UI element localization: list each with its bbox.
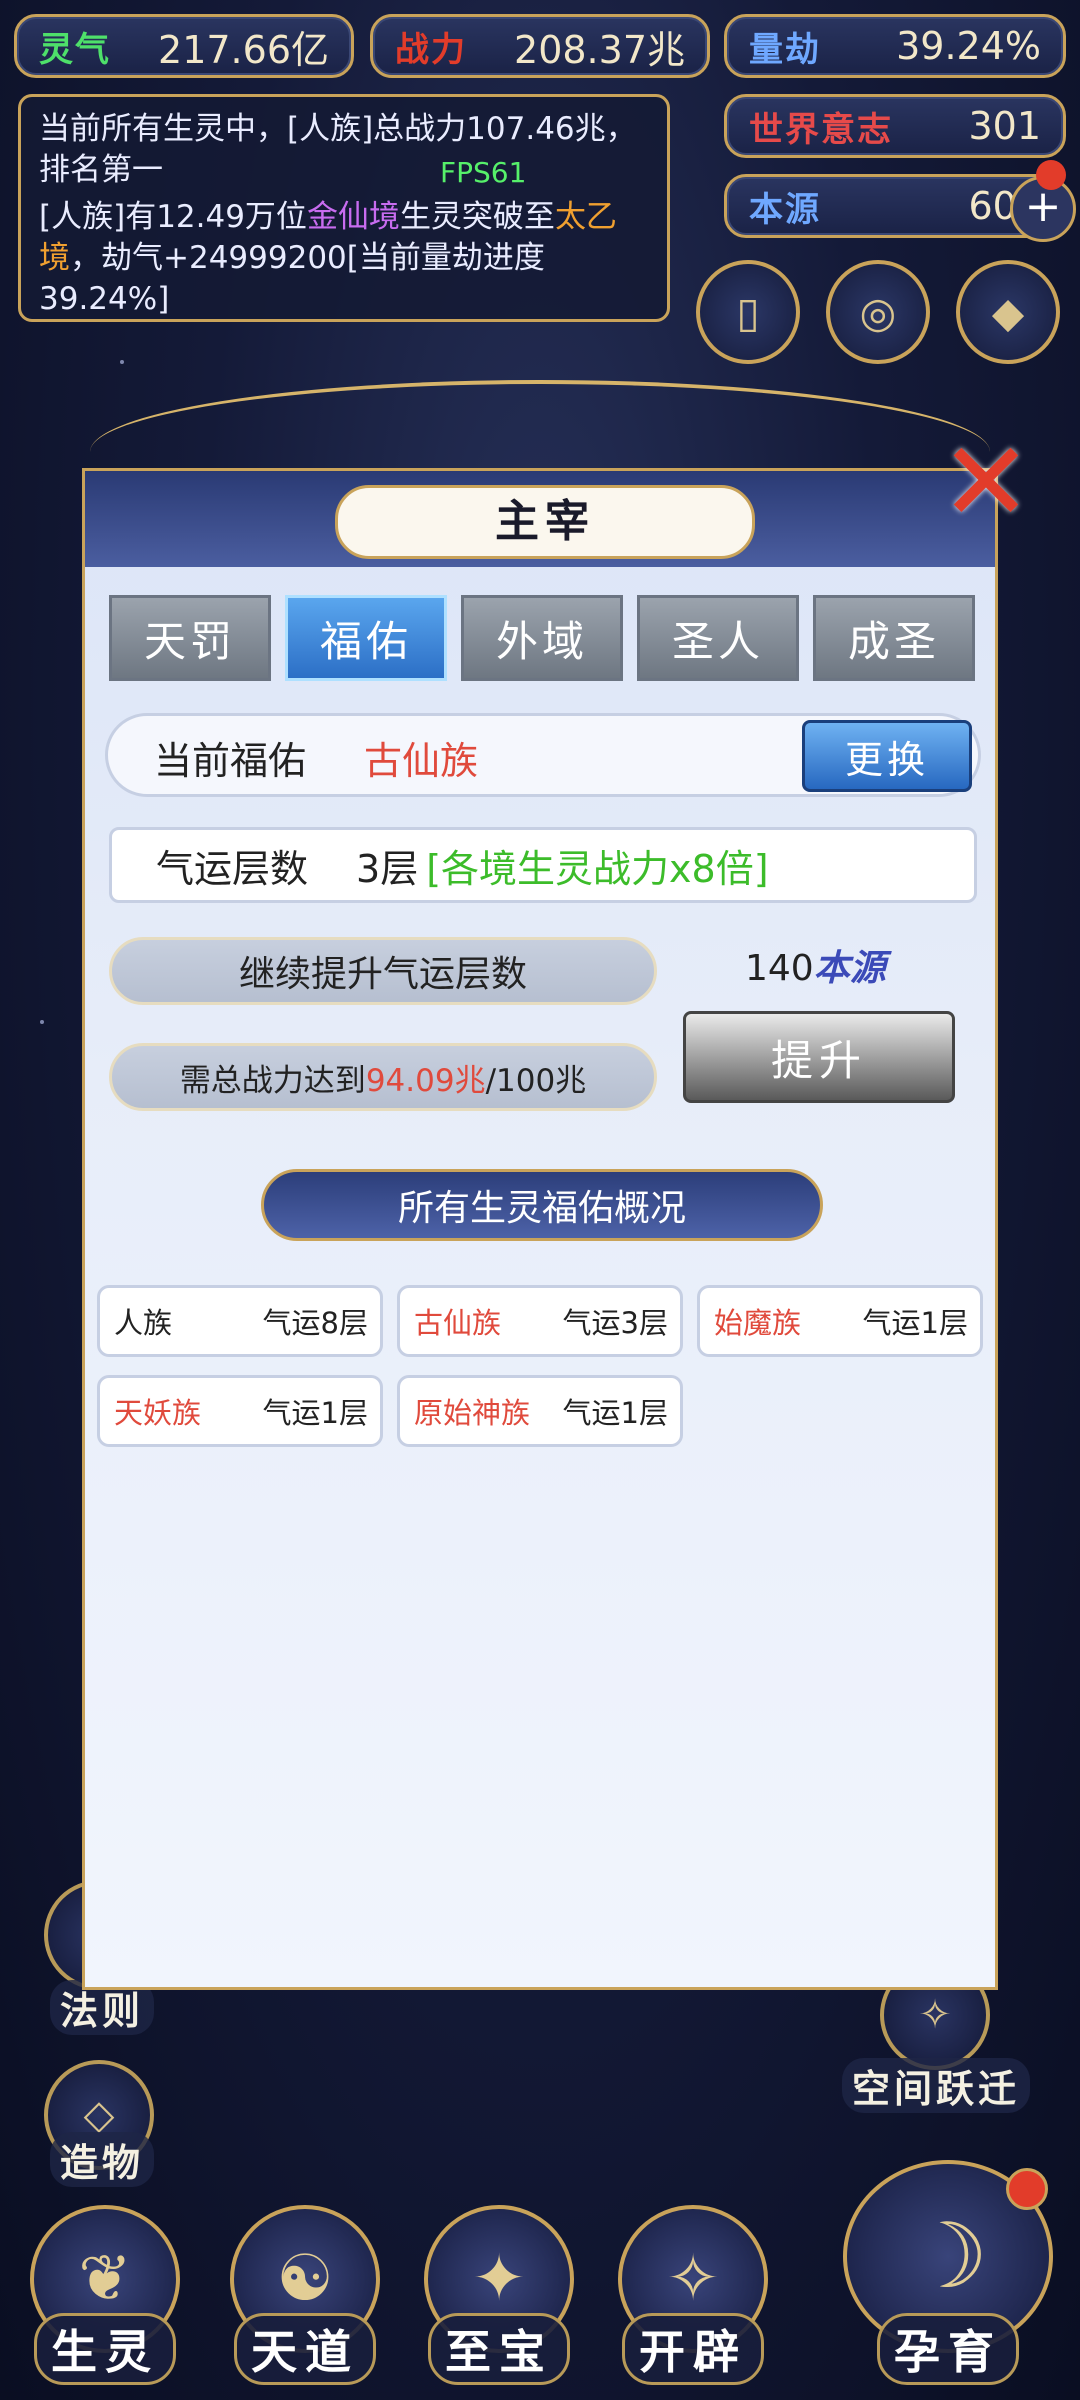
current-blessing-label: 当前福佑	[154, 739, 307, 783]
stat-zhanli[interactable]: 战力 208.37兆	[370, 14, 710, 78]
log-line-rank: 当前所有生灵中，[人族]总战力107.46兆，排名第一	[39, 111, 637, 188]
race-card: 古仙族 气运3层	[397, 1285, 683, 1357]
race-card: 始魔族 气运1层	[697, 1285, 983, 1357]
fps-counter: FPS61	[440, 156, 527, 189]
race-name: 古仙族	[414, 1306, 502, 1340]
race-name: 天妖族	[114, 1396, 202, 1430]
current-blessing-value: 古仙族	[364, 739, 479, 783]
stat-world-will[interactable]: 世界意志 301	[724, 94, 1066, 158]
luck-layers-label: 气运层数	[156, 846, 309, 891]
stat-world-will-value: 301	[968, 104, 1041, 148]
race-luck: 气运1层	[262, 1396, 368, 1430]
scroll-icon[interactable]: ▯	[696, 260, 800, 364]
stat-liangjie-value: 39.24%	[896, 24, 1041, 68]
log-text: ，劫气+24999200[当前量劫进度39.24%]	[39, 240, 545, 317]
log-text: [人族]有12.49万位	[39, 199, 307, 235]
log-text: 生灵突破至	[399, 199, 555, 235]
requirement-prefix: 需总战力达到	[179, 1062, 366, 1099]
cost-unit: 本源	[813, 948, 886, 989]
stat-lingqi-label: 灵气	[39, 29, 111, 70]
raise-luck-button[interactable]: 提升	[683, 1011, 955, 1103]
stat-zhanli-label: 战力	[395, 29, 467, 70]
bg-star	[40, 1020, 44, 1024]
tab-blessing[interactable]: 福佑	[285, 595, 447, 681]
race-card: 天妖族 气运1层	[97, 1375, 383, 1447]
notification-dot-icon	[1036, 160, 1066, 190]
upgrade-cost: 140本源	[745, 939, 886, 991]
panel-title: 主宰	[335, 485, 755, 559]
bg-star	[120, 360, 124, 364]
side-label-creation: 造物	[50, 2132, 155, 2187]
stat-lingqi-value: 217.66亿	[158, 27, 329, 72]
upgrade-luck-title: 继续提升气运层数	[109, 937, 657, 1005]
nav-creation-label: 开辟	[622, 2313, 764, 2385]
tab-saint[interactable]: 圣人	[637, 595, 799, 681]
race-luck: 气运1层	[862, 1306, 968, 1340]
race-card: 人族 气运8层	[97, 1285, 383, 1357]
luck-layers-value: 3层	[356, 846, 419, 891]
requirement-target: /100兆	[485, 1062, 587, 1099]
change-blessing-button[interactable]: 更换	[802, 720, 972, 792]
stat-liangjie-label: 量劫	[749, 29, 821, 70]
race-luck: 气运8层	[262, 1306, 368, 1340]
race-name: 原始神族	[414, 1396, 531, 1430]
event-log: 当前所有生灵中，[人族]总战力107.46兆，排名第一 [人族]有12.49万位…	[18, 94, 670, 322]
fan-icon[interactable]: ◆	[956, 260, 1060, 364]
close-icon[interactable]: ✕	[934, 427, 1038, 537]
tab-become-saint[interactable]: 成圣	[813, 595, 975, 681]
blessing-overview-title: 所有生灵福佑概况	[261, 1169, 823, 1241]
tab-punishment[interactable]: 天罚	[109, 595, 271, 681]
race-card: 原始神族 气运1层	[397, 1375, 683, 1447]
race-luck: 气运3层	[562, 1306, 668, 1340]
nav-nurture-label: 孕育	[877, 2313, 1019, 2385]
stat-zhanli-value: 208.37兆	[514, 27, 685, 72]
race-name: 始魔族	[714, 1306, 802, 1340]
tab-outer-realm[interactable]: 外域	[461, 595, 623, 681]
nav-treasure-button[interactable]: ✦ 至宝	[414, 2205, 584, 2385]
nav-heaven-label: 天道	[234, 2313, 376, 2385]
notification-dot-icon	[1006, 2168, 1048, 2210]
vortex-icon[interactable]: ◎	[826, 260, 930, 364]
upgrade-requirement: 需总战力达到 94.09兆/100兆	[109, 1043, 657, 1111]
dominator-panel: 主宰 天罚 福佑 外域 圣人 成圣 当前福佑 古仙族 更换 气运层数 3层 [各…	[82, 468, 998, 1990]
nav-treasure-label: 至宝	[428, 2313, 570, 2385]
tab-bar: 天罚 福佑 外域 圣人 成圣	[109, 595, 975, 681]
log-line-breakthrough: [人族]有12.49万位金仙境生灵突破至太乙境，劫气+24999200[当前量劫…	[39, 197, 649, 320]
nav-heaven-button[interactable]: ☯ 天道	[220, 2205, 390, 2385]
requirement-current: 94.09兆	[365, 1062, 486, 1099]
side-label-space-jump: 空间跃迁	[842, 2058, 1031, 2113]
stat-liangjie[interactable]: 量劫 39.24%	[724, 14, 1066, 78]
current-blessing-row: 当前福佑 古仙族 更换	[105, 713, 981, 797]
luck-effect-text: [各境生灵战力x8倍]	[426, 846, 769, 891]
nav-creation-button[interactable]: ✧ 开辟	[608, 2205, 778, 2385]
stat-lingqi[interactable]: 灵气 217.66亿	[14, 14, 354, 78]
stat-world-will-label: 世界意志	[749, 109, 893, 150]
nav-creature-label: 生灵	[34, 2313, 176, 2385]
nav-creature-button[interactable]: ❦ 生灵	[20, 2205, 190, 2385]
cost-amount: 140	[745, 948, 814, 989]
luck-layers-row: 气运层数 3层 [各境生灵战力x8倍]	[109, 827, 977, 903]
stat-benyuan-label: 本源	[749, 189, 821, 230]
race-luck: 气运1层	[562, 1396, 668, 1430]
race-name: 人族	[114, 1306, 173, 1340]
log-realm-jinxian: 金仙境	[306, 199, 400, 235]
